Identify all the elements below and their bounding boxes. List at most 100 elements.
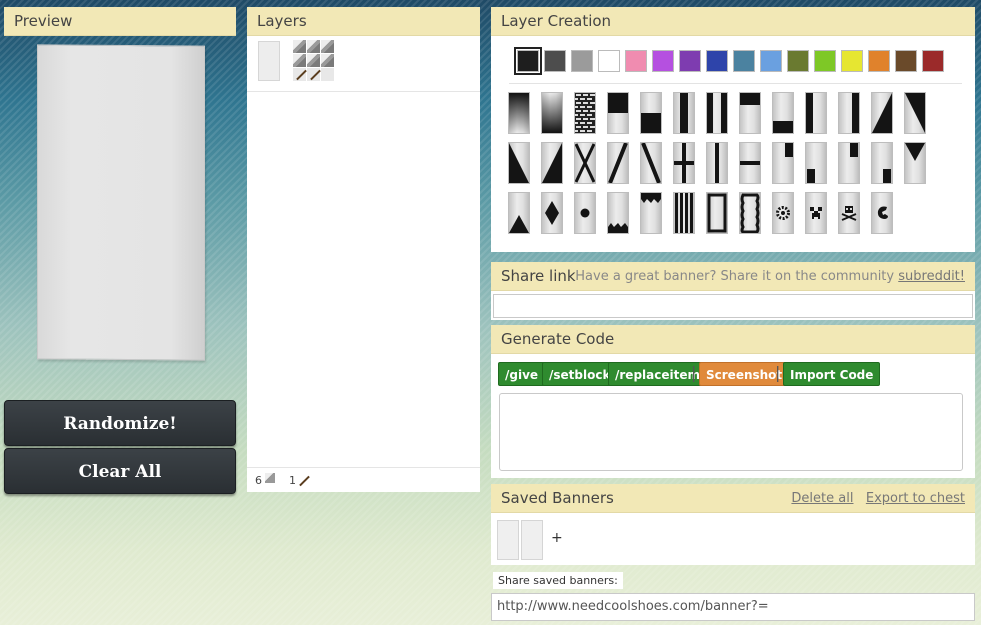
color-swatch[interactable]	[760, 50, 782, 72]
pattern-stripe-right[interactable]	[838, 92, 860, 134]
banner-preview	[37, 44, 205, 361]
wool-icon	[293, 54, 306, 67]
pattern-stripe-bottom[interactable]	[772, 92, 794, 134]
wool-icon	[265, 473, 275, 483]
pattern-stripe-center[interactable]	[673, 92, 695, 134]
pattern-gradient-up[interactable]	[541, 92, 563, 134]
pattern-triangle-top[interactable]	[904, 142, 926, 184]
separator: |	[691, 363, 697, 382]
pattern-stripe-left-right[interactable]	[706, 92, 728, 134]
saved-banner[interactable]	[521, 520, 543, 560]
empty-slot	[321, 68, 334, 81]
color-swatch[interactable]	[868, 50, 890, 72]
pattern-stripe-left[interactable]	[805, 92, 827, 134]
pattern-stripe-center-v[interactable]	[706, 142, 728, 184]
pattern-half-top[interactable]	[607, 92, 629, 134]
pattern-triangle-right[interactable]	[541, 142, 563, 184]
randomize-button[interactable]: Randomize!	[4, 400, 236, 446]
pattern-square-bottom-left[interactable]	[871, 142, 893, 184]
wool-icon	[321, 40, 334, 53]
color-swatch[interactable]	[514, 47, 542, 75]
color-swatch[interactable]	[787, 50, 809, 72]
pattern-square-bottom-right[interactable]	[805, 142, 827, 184]
give-button[interactable]: /give	[498, 362, 546, 386]
pattern-triangle-bottom[interactable]	[508, 192, 530, 234]
color-swatch[interactable]	[922, 50, 944, 72]
pattern-square-top-left[interactable]	[838, 142, 860, 184]
layers-panel: Layers 6 1	[247, 7, 480, 492]
color-swatch[interactable]	[895, 50, 917, 72]
add-saved-button[interactable]: +	[551, 530, 563, 546]
empty-slot	[293, 68, 306, 81]
wool-icon	[321, 54, 334, 67]
setblock-button[interactable]: /setblock	[542, 362, 618, 386]
pattern-mojang[interactable]	[871, 192, 893, 234]
pattern-stripe-downright[interactable]	[640, 142, 662, 184]
pattern-triangles-bottom[interactable]	[607, 192, 629, 234]
color-swatch[interactable]	[571, 50, 593, 72]
share-link-title: Share link	[501, 267, 576, 285]
separator: |	[775, 363, 781, 382]
pattern-circle[interactable]	[574, 192, 596, 234]
pattern-square-top-right[interactable]	[772, 142, 794, 184]
code-output-textarea[interactable]	[499, 393, 963, 471]
color-swatch[interactable]	[625, 50, 647, 72]
pattern-border[interactable]	[706, 192, 728, 234]
import-code-button[interactable]: Import Code	[783, 362, 881, 386]
wool-count: 6	[255, 474, 262, 487]
pattern-bricks[interactable]	[574, 92, 596, 134]
color-swatch[interactable]	[598, 50, 620, 72]
wool-icon	[293, 40, 306, 53]
saved-banners-title: Saved Banners	[501, 489, 614, 507]
pattern-stripe-top[interactable]	[739, 92, 761, 134]
color-swatch[interactable]	[652, 50, 674, 72]
saved-banners-panel: Saved Banners Delete all Export to chest…	[491, 484, 975, 565]
share-saved-label: Share saved banners:	[493, 572, 623, 589]
share-link-input[interactable]	[493, 294, 973, 318]
pattern-diagonal-right[interactable]	[904, 92, 926, 134]
share-link-header: Share link Have a great banner? Share it…	[491, 262, 975, 291]
pattern-curly-border[interactable]	[739, 192, 761, 234]
share-link-panel: Share link Have a great banner? Share it…	[491, 262, 975, 320]
pattern-triangles-top[interactable]	[640, 192, 662, 234]
layers-footer: 6 1	[247, 467, 480, 493]
export-to-chest-link[interactable]: Export to chest	[866, 491, 965, 506]
share-saved-url-input[interactable]: http://www.needcoolshoes.com/banner?=	[491, 593, 975, 621]
pattern-triangle-left[interactable]	[508, 142, 530, 184]
share-prompt: Have a great banner? Share it on the com…	[575, 269, 895, 284]
pattern-creeper[interactable]	[805, 192, 827, 234]
stick-count: 1	[289, 474, 296, 487]
pattern-skull[interactable]	[838, 192, 860, 234]
layer-thumbnail	[258, 41, 280, 81]
stick-icon	[299, 475, 310, 487]
pattern-straight-cross[interactable]	[673, 142, 695, 184]
pattern-gradient-down[interactable]	[508, 92, 530, 134]
color-swatch[interactable]	[733, 50, 755, 72]
color-swatch[interactable]	[706, 50, 728, 72]
wool-icon	[307, 54, 320, 67]
pattern-stripe-small[interactable]	[673, 192, 695, 234]
layer-row[interactable]	[247, 36, 480, 92]
color-swatch[interactable]	[814, 50, 836, 72]
crafting-recipe	[293, 40, 335, 81]
layer-creation-title: Layer Creation	[491, 7, 975, 36]
pattern-rhombus[interactable]	[541, 192, 563, 234]
pattern-flower[interactable]	[772, 192, 794, 234]
stick-icon	[307, 68, 320, 81]
preview-title: Preview	[4, 7, 236, 36]
pattern-diagonal-left[interactable]	[871, 92, 893, 134]
color-swatch[interactable]	[841, 50, 863, 72]
clear-all-button[interactable]: Clear All	[4, 448, 236, 494]
pattern-half-bottom[interactable]	[640, 92, 662, 134]
pattern-cross[interactable]	[574, 142, 596, 184]
saved-banner[interactable]	[497, 520, 519, 560]
color-swatch[interactable]	[544, 50, 566, 72]
saved-banners-header: Saved Banners Delete all Export to chest	[491, 484, 975, 513]
color-swatch[interactable]	[679, 50, 701, 72]
divider	[509, 83, 962, 84]
pattern-stripe-downleft[interactable]	[607, 142, 629, 184]
delete-all-link[interactable]: Delete all	[791, 491, 853, 506]
pattern-stripe-middle[interactable]	[739, 142, 761, 184]
generate-code-panel: Generate Code /give /setblock /replaceit…	[491, 325, 975, 478]
subreddit-link[interactable]: subreddit!	[898, 269, 965, 284]
